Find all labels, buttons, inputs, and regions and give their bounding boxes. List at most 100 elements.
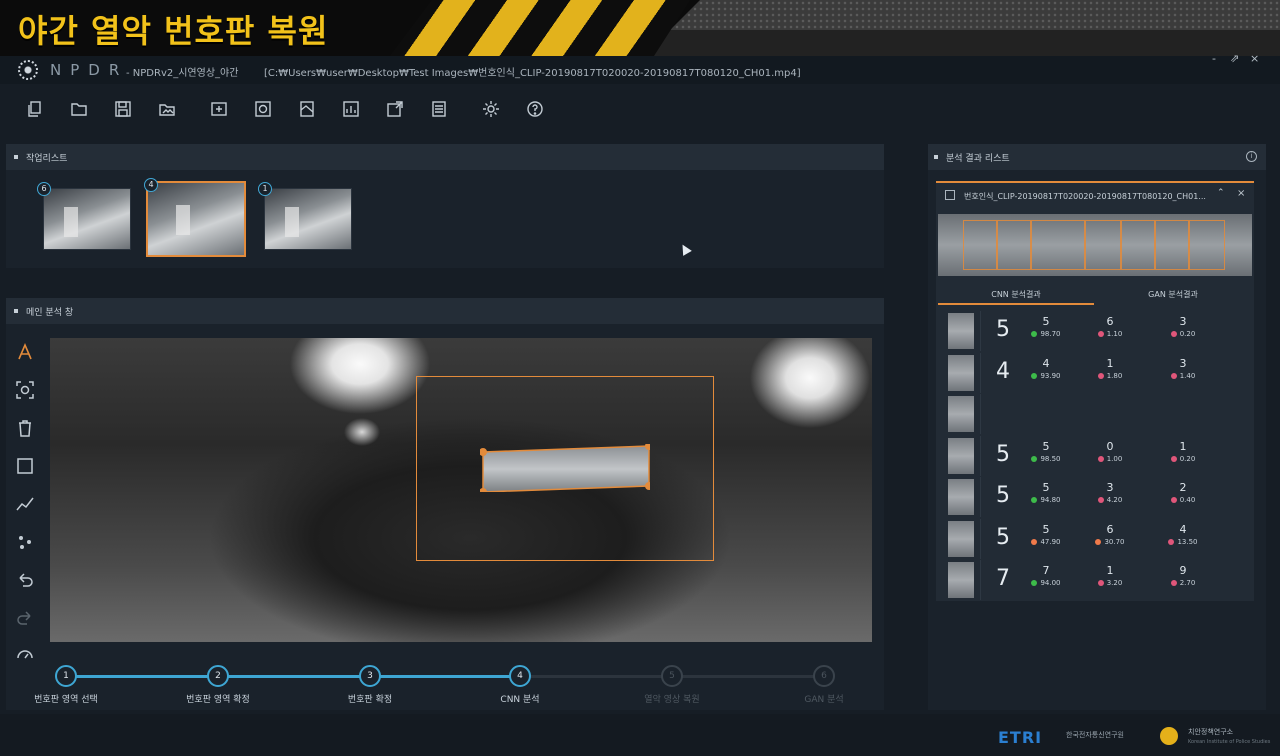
row-divider (980, 352, 981, 393)
target-icon[interactable] (254, 100, 272, 118)
points-tool-icon[interactable] (15, 532, 35, 552)
work-list-header (6, 144, 884, 170)
minimize-button[interactable]: - (1212, 52, 1216, 65)
char-crop-image (948, 562, 974, 598)
step-5-circle[interactable]: 5 (661, 665, 683, 687)
line-tool-icon[interactable] (15, 494, 35, 514)
folder-image-icon[interactable] (158, 100, 176, 118)
result-row[interactable]: 4 4 93.90 1 1.80 3 1.40 (944, 352, 1254, 393)
candidate-digit: 5 (1042, 522, 1050, 536)
candidate: 6 1.10 (1080, 315, 1140, 338)
image-export-icon[interactable] (386, 100, 404, 118)
delete-tool-icon[interactable] (15, 418, 35, 438)
collapse-icon[interactable]: ⌃ (1217, 188, 1225, 198)
work-list-item[interactable] (264, 188, 352, 250)
save-icon[interactable] (114, 100, 132, 118)
step-1-circle[interactable]: 1 (55, 665, 77, 687)
confidence-dot-icon (1031, 538, 1038, 545)
result-row[interactable]: 7 7 94.00 1 3.20 9 2.70 (944, 560, 1254, 600)
redo-icon[interactable] (15, 608, 35, 628)
header-bullet-icon (14, 155, 18, 159)
result-row[interactable]: 5 5 98.70 6 1.10 3 0.20 (944, 311, 1254, 351)
candidate-score: 3.20 (1080, 579, 1140, 587)
result-checkbox[interactable] (945, 190, 955, 200)
result-row[interactable]: 5 5 47.90 6 30.70 4 13.50 (944, 518, 1254, 559)
candidate-digit: 5 (1042, 439, 1050, 453)
candidate-digit: 1 (1106, 356, 1114, 370)
confidence-dot-icon (1097, 372, 1104, 379)
maximize-button[interactable]: ⇗ (1230, 52, 1239, 65)
work-list-item-selected[interactable] (146, 181, 246, 257)
step-3-label: 번호판 확정 (347, 695, 393, 705)
close-button[interactable]: × (1250, 52, 1259, 65)
candidate-digit: 1 (1106, 564, 1114, 577)
char-box (1189, 220, 1225, 270)
toolbar (0, 86, 1280, 132)
candidate-digit: 4 (1179, 522, 1187, 536)
candidate-score: 0.20 (1153, 330, 1213, 338)
roi-icon[interactable] (210, 100, 228, 118)
candidate: 1 1.80 (1080, 357, 1140, 380)
file-path: [C:₩Users₩user₩Desktop₩Test Images₩번호인식_… (264, 68, 801, 79)
candidate-score: 4.20 (1080, 496, 1140, 504)
candidate-digit: 5 (1042, 315, 1050, 328)
header-bullet-icon (934, 155, 938, 159)
char-crop-image (948, 354, 974, 391)
best-digit: 7 (996, 566, 1010, 591)
police-emblem-icon (1160, 727, 1178, 745)
help-icon[interactable] (526, 100, 544, 118)
police-institute-en: Korean Institute of Police Studies (1188, 739, 1271, 745)
plate-selection[interactable] (480, 444, 650, 492)
tab-gan-results[interactable]: GAN 분석결과 (1148, 289, 1198, 300)
char-box (1155, 220, 1189, 270)
chart-icon[interactable] (342, 100, 360, 118)
candidate: 2 0.40 (1153, 481, 1213, 504)
rect-tool-icon[interactable] (15, 456, 35, 476)
result-row[interactable] (944, 394, 1254, 434)
row-divider (980, 518, 981, 559)
confidence-dot-icon (1097, 497, 1104, 503)
card-close-icon[interactable]: × (1237, 188, 1245, 199)
step-3-circle[interactable]: 3 (359, 665, 381, 687)
focus-tool-icon[interactable] (15, 380, 35, 400)
folder-icon[interactable] (70, 100, 88, 118)
etri-name: 한국전자통신연구원 (1066, 731, 1124, 739)
candidate: 1 3.20 (1080, 564, 1140, 587)
candidate: 1 0.20 (1153, 440, 1213, 463)
candidate-digit: 6 (1106, 315, 1114, 328)
step-2-label: 번호판 영역 확정 (186, 695, 250, 705)
candidate-digit: 7 (1042, 564, 1050, 577)
text-tool-icon[interactable] (15, 342, 35, 362)
best-digit: 5 (996, 441, 1010, 467)
copy-icon[interactable] (26, 100, 44, 118)
row-divider (980, 435, 981, 476)
etri-logo: ETRI (998, 728, 1043, 747)
char-crop-image (948, 520, 974, 557)
hazard-stripes (390, 0, 690, 56)
char-crop-image (948, 313, 974, 349)
work-list-item[interactable] (43, 188, 131, 250)
step-4-circle[interactable]: 4 (509, 665, 531, 687)
confidence-dot-icon (1170, 331, 1177, 337)
candidate-score: 94.00 (1016, 579, 1076, 587)
settings-icon[interactable] (482, 100, 500, 118)
confidence-dot-icon (1168, 538, 1175, 545)
gauge-icon[interactable] (15, 644, 35, 664)
best-digit: 4 (996, 358, 1010, 384)
info-icon[interactable]: i (1246, 151, 1257, 162)
tab-cnn-results[interactable]: CNN 분석결과 (991, 289, 1041, 300)
result-row[interactable]: 5 5 94.80 3 4.20 2 0.40 (944, 477, 1254, 517)
candidate-score: 1.10 (1080, 330, 1140, 338)
header-bullet-icon (14, 309, 18, 313)
undo-icon[interactable] (15, 570, 35, 590)
image-adjust-icon[interactable] (298, 100, 316, 118)
candidate-score: 94.80 (1016, 496, 1076, 504)
app-window: 야간 열악 번호판 복원 NPDR - NPDRv2_시연영상_야간 [C:₩U… (0, 0, 1280, 756)
char-box (1121, 220, 1155, 270)
result-row[interactable]: 5 5 98.50 0 1.00 1 0.20 (944, 435, 1254, 476)
step-6-circle[interactable]: 6 (813, 665, 835, 687)
row-divider (980, 560, 981, 600)
main-analysis-header (6, 298, 884, 324)
list-icon[interactable] (430, 100, 448, 118)
step-2-circle[interactable]: 2 (207, 665, 229, 687)
